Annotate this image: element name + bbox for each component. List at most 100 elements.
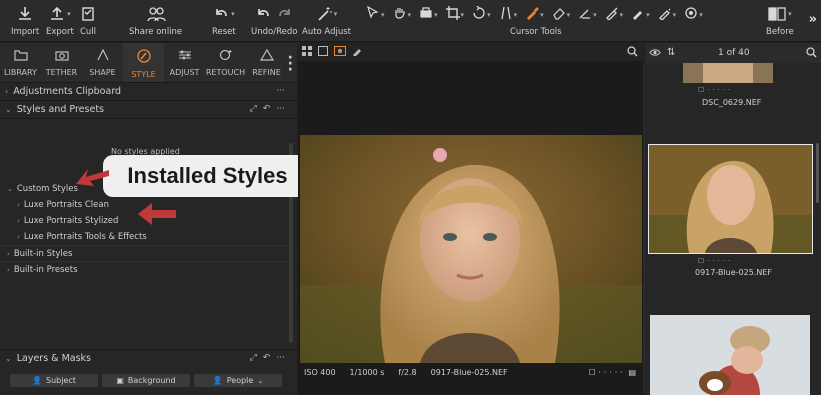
gradient-icon: [578, 6, 592, 23]
image-viewer: ISO 400 1/1000 s f/2.8 0917-Blue-025.NEF…: [298, 43, 646, 395]
adjustments-clipboard-header[interactable]: › Adjustments Clipboard ···: [0, 83, 297, 101]
iso-value: ISO 400: [304, 367, 336, 377]
tabs-more-icon[interactable]: · · ·: [288, 51, 293, 77]
chevron-down-icon: ⌄: [5, 105, 12, 114]
thumbnail[interactable]: [650, 315, 810, 395]
heal-tool[interactable]: ▾: [605, 6, 623, 23]
tab-shape[interactable]: SHAPE: [82, 43, 123, 82]
import-button[interactable]: Import: [11, 4, 39, 37]
picker-icon[interactable]: [352, 46, 362, 59]
built-in-presets-group[interactable]: › Built-in Presets: [0, 261, 290, 277]
expand-icon[interactable]: ⤢: [250, 353, 257, 363]
tab-style-label: STYLE: [131, 70, 156, 79]
level-icon: [419, 6, 433, 23]
rating-dots[interactable]: ·····: [598, 368, 626, 377]
pan-tool[interactable]: ▾: [393, 6, 411, 23]
more-icon[interactable]: ···: [276, 104, 285, 114]
reset-small-icon[interactable]: ↶: [263, 104, 271, 114]
cull-icon: [80, 4, 96, 24]
color-picker-icon: [684, 6, 698, 23]
adjustments-clipboard-title: Adjustments Clipboard: [13, 86, 122, 97]
export-label: Export: [46, 27, 74, 37]
installed-styles-callout: Installed Styles: [103, 155, 312, 197]
rotate-tool[interactable]: ▾: [472, 5, 491, 23]
hand-icon: [393, 6, 407, 23]
more-icon[interactable]: ···: [276, 353, 285, 363]
thumbnail-rating[interactable]: ☐·····: [698, 257, 733, 265]
tab-adjust-label: ADJUST: [169, 68, 200, 77]
thumbnail[interactable]: [683, 63, 773, 83]
background-mask-button[interactable]: ▣ Background: [102, 374, 190, 387]
undo-redo-button[interactable]: Undo/Redo: [251, 4, 297, 37]
reset-button[interactable]: ▾ Reset: [212, 4, 236, 37]
browser-scrollbar[interactable]: [816, 143, 819, 203]
auto-adjust-button[interactable]: ▾ Auto Adjust: [302, 4, 351, 37]
search-icon[interactable]: [806, 47, 817, 61]
checkbox-icon[interactable]: ☐: [588, 368, 595, 377]
tab-style[interactable]: STYLE: [123, 43, 164, 82]
thumbnail-caption: DSC_0629.NEF: [702, 98, 762, 107]
tab-shape-label: SHAPE: [89, 68, 116, 77]
built-in-styles-group[interactable]: › Built-in Styles: [0, 245, 290, 261]
style-item[interactable]: › Luxe Portraits Tools & Effects: [0, 229, 290, 245]
select-tool[interactable]: ▾: [366, 5, 385, 23]
keystone-tool[interactable]: ▾: [499, 6, 517, 23]
people-mask-button[interactable]: 👤 People ⌄: [194, 374, 282, 387]
thumbnail-selected[interactable]: [648, 144, 813, 254]
before-button[interactable]: ▾ Before: [766, 4, 794, 37]
tab-refine[interactable]: REFINE: [246, 43, 287, 82]
background-icon: ▣: [116, 376, 124, 385]
tab-tether[interactable]: TETHER: [41, 43, 82, 82]
main-photo[interactable]: [300, 135, 642, 363]
single-view-icon[interactable]: [318, 45, 328, 59]
image-info-bar: ISO 400 1/1000 s f/2.8 0917-Blue-025.NEF…: [298, 363, 644, 381]
brush-tool[interactable]: ▾: [525, 6, 544, 23]
rating-controls[interactable]: ☐ ····· ▤: [588, 368, 636, 377]
tab-adjust[interactable]: ADJUST: [164, 43, 205, 82]
reset-small-icon[interactable]: ↶: [263, 353, 271, 363]
eye-icon[interactable]: [649, 48, 661, 60]
tab-library[interactable]: LIBRARY: [0, 43, 41, 82]
expand-icon[interactable]: ⤢: [250, 104, 257, 114]
layers-masks-title: Layers & Masks: [16, 353, 92, 364]
style-icon: [136, 49, 151, 66]
picker-tool[interactable]: ▾: [658, 6, 676, 23]
gradient-tool[interactable]: ▾: [578, 6, 597, 23]
edited-badge-icon: ▤: [628, 367, 636, 377]
crop-icon: [445, 6, 460, 23]
style-item-label: Luxe Portraits Stylized: [23, 216, 119, 226]
cull-button[interactable]: Cull: [80, 4, 96, 37]
arrow-left-icon: [76, 169, 109, 186]
clone-tool[interactable]: ▾: [631, 6, 650, 23]
layers-masks-header[interactable]: ⌄ Layers & Masks ⤢ ↶ ···: [0, 349, 297, 367]
sliders-icon: [178, 49, 192, 64]
more-tools-icon[interactable]: »: [809, 12, 817, 27]
zoom-icon[interactable]: [627, 46, 638, 60]
eraser-tool[interactable]: ▾: [552, 6, 570, 23]
reset-label: Reset: [212, 27, 236, 37]
export-button[interactable]: ▾ Export: [46, 4, 74, 37]
straighten-tool[interactable]: ▾: [419, 6, 438, 23]
import-icon: [17, 4, 33, 24]
color-tool[interactable]: ▾: [684, 6, 703, 23]
image-browser: ⇅ 1 of 40 ☐····· DSC_0629.NEF ☐····· 091…: [645, 43, 821, 395]
crop-tool[interactable]: ▾: [445, 6, 464, 23]
more-icon[interactable]: ···: [276, 86, 285, 96]
styles-presets-header[interactable]: ⌄ Styles and Presets ⤢ ↶ ···: [0, 101, 297, 119]
people-label: People: [226, 376, 254, 385]
sort-icon[interactable]: ⇅: [667, 47, 675, 58]
built-in-styles-label: Built-in Styles: [13, 248, 73, 259]
share-online-button[interactable]: Share online: [129, 4, 182, 37]
people-icon: [146, 4, 166, 24]
tab-retouch[interactable]: RETOUCH: [205, 43, 246, 82]
proof-view-icon[interactable]: [334, 45, 346, 59]
thumbnail-rating[interactable]: ☐·····: [698, 86, 733, 94]
reset-icon: ▾: [213, 4, 235, 24]
chevron-right-icon: ›: [7, 249, 10, 258]
folder-icon: [13, 49, 28, 64]
magic-wand-icon: ▾: [316, 4, 337, 24]
grid-view-icon[interactable]: [302, 45, 312, 59]
subject-mask-button[interactable]: 👤 Subject: [10, 374, 98, 387]
pointer-icon: [366, 5, 380, 23]
tab-library-label: LIBRARY: [4, 68, 37, 77]
